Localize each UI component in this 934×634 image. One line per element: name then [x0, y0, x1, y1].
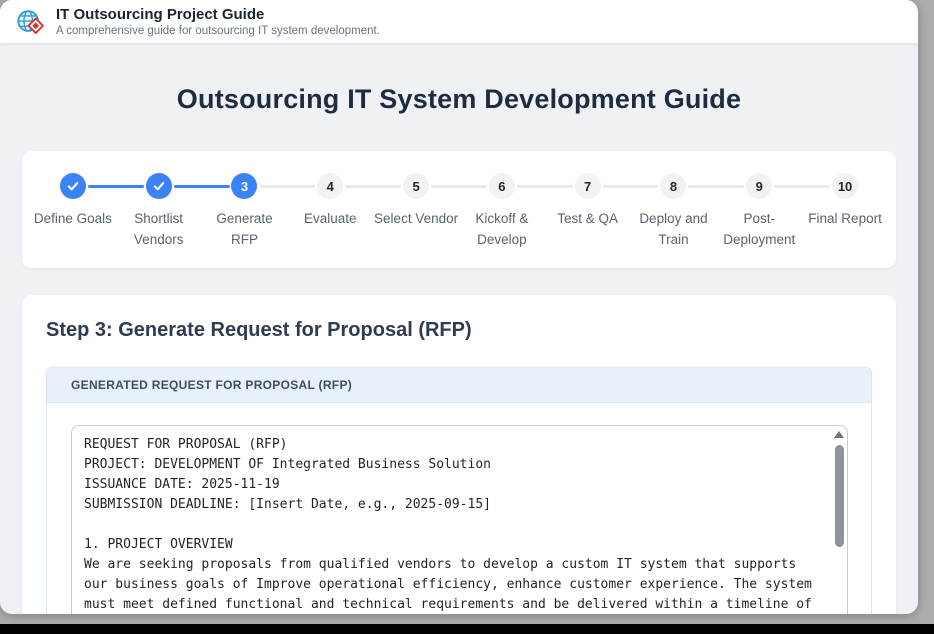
step-label: Generate RFP: [202, 208, 288, 250]
step-label: Select Vendor: [374, 208, 458, 229]
step-circle: 8: [660, 173, 686, 199]
scrollbar-thumb[interactable]: [835, 445, 844, 547]
step-circle: 7: [575, 173, 601, 199]
step-circle: 3: [231, 173, 257, 199]
stepper-step-10[interactable]: 10 Final Report: [802, 173, 888, 250]
rfp-textarea[interactable]: REQUEST FOR PROPOSAL (RFP) PROJECT: DEVE…: [71, 425, 848, 614]
step-content-card: Step 3: Generate Request for Proposal (R…: [22, 295, 896, 614]
step-number: 6: [498, 179, 505, 194]
step-label: Shortlist Vendors: [116, 208, 202, 250]
scroll-up-icon[interactable]: [834, 431, 844, 438]
check-icon: [152, 179, 166, 193]
step-label: Deploy and Train: [631, 208, 717, 250]
step-number: 9: [756, 179, 763, 194]
step-label: Kickoff & Develop: [459, 208, 545, 250]
page-title: Outsourcing IT System Development Guide: [0, 84, 918, 115]
check-icon: [66, 179, 80, 193]
step-circle: 1: [60, 173, 86, 199]
step-label: Evaluate: [304, 208, 357, 229]
app-logo-icon: [16, 7, 46, 37]
app-header: IT Outsourcing Project Guide A comprehen…: [0, 0, 918, 44]
step-number: 3: [241, 179, 248, 194]
step-circle: 10: [832, 173, 858, 199]
step-circle: 5: [403, 173, 429, 199]
step-label: Post-Deployment: [716, 208, 802, 250]
step-circle: 6: [489, 173, 515, 199]
screen-bottom-strip: [0, 624, 934, 634]
step-circle: 4: [317, 173, 343, 199]
app-subtitle: A comprehensive guide for outsourcing IT…: [56, 24, 380, 38]
step-label: Test & QA: [557, 208, 618, 229]
step-number: 4: [327, 179, 334, 194]
rfp-panel-header: GENERATED REQUEST FOR PROPOSAL (RFP): [47, 368, 871, 403]
step-circle: 2: [146, 173, 172, 199]
step-label: Final Report: [808, 208, 882, 229]
step-heading: Step 3: Generate Request for Proposal (R…: [46, 319, 872, 342]
stepper: 1 Define Goals 2 Shortlist Vendors 3: [30, 173, 888, 250]
step-number: 5: [412, 179, 419, 194]
step-number: 10: [838, 179, 852, 194]
step-number: 8: [670, 179, 677, 194]
stepper-card: 1 Define Goals 2 Shortlist Vendors 3: [22, 151, 896, 268]
rfp-panel: GENERATED REQUEST FOR PROPOSAL (RFP) REQ…: [46, 367, 872, 614]
step-circle: 9: [746, 173, 772, 199]
app-title: IT Outsourcing Project Guide: [56, 6, 380, 24]
step-label: Define Goals: [34, 208, 112, 229]
app-window: IT Outsourcing Project Guide A comprehen…: [0, 0, 918, 614]
rfp-panel-body: REQUEST FOR PROPOSAL (RFP) PROJECT: DEVE…: [47, 403, 871, 614]
step-number: 7: [584, 179, 591, 194]
